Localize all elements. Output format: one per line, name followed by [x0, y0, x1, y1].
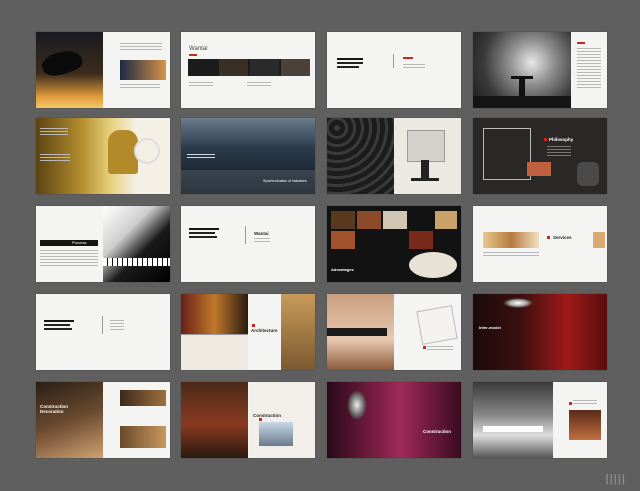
spread-construction-brown: Construction: [181, 382, 315, 458]
spread-red-room: Inter-model: [473, 294, 607, 370]
construction-heading-2: Construction: [253, 413, 281, 418]
philosophy-heading: Philosophy: [549, 137, 574, 142]
spread-clouds-man: [473, 32, 607, 108]
spread-synchronization-title: [327, 32, 461, 108]
spread-horse-sunset: [36, 32, 170, 108]
spread-wantai-timeline: Wantai: [181, 32, 315, 108]
spread-construction-decoration: Construction Decoration: [36, 382, 170, 458]
spread-architecture: Architecture: [181, 294, 315, 370]
spread-pink-interior: [327, 294, 461, 370]
brochure-spread-grid: { "p02": {"logo": "Wantai"}, "p06": {"la…: [0, 0, 640, 491]
office-chair: [407, 130, 445, 162]
wireframe-table: [483, 128, 531, 180]
spread-advantages: Advantages: [327, 206, 461, 282]
spread-sea-ships: Synchronization of Industries: [181, 118, 315, 194]
label-synchronization: Synchronization of Industries: [263, 179, 307, 183]
wantai-logo: Wantai: [189, 46, 208, 52]
services-heading: Services: [553, 235, 572, 240]
wantai-brand: Wantai: [254, 231, 269, 236]
timeline-strip: [188, 59, 310, 76]
spread-chapter-title: Wantai: [181, 206, 315, 282]
spread-purple-interior: Construction: [327, 382, 461, 458]
spread-services: Services: [473, 206, 607, 282]
spread-philosophy: Philosophy: [473, 118, 607, 194]
watermark-mark: |||||: [605, 473, 626, 485]
spread-golden-chair: [36, 118, 170, 194]
advantages-heading: Advantages: [331, 267, 354, 272]
spread-dining-room: [473, 382, 607, 458]
spread-process-piano: Process: [36, 206, 170, 282]
decoration-heading: Decoration: [40, 409, 64, 414]
architecture-heading: Architecture: [251, 328, 278, 333]
process-heading: Process: [72, 240, 87, 245]
spread-section-title: [36, 294, 170, 370]
spread-damask-chair: [327, 118, 461, 194]
inter-model-heading: Inter-model: [479, 325, 501, 330]
construction-heading-3: Construction: [423, 429, 451, 434]
